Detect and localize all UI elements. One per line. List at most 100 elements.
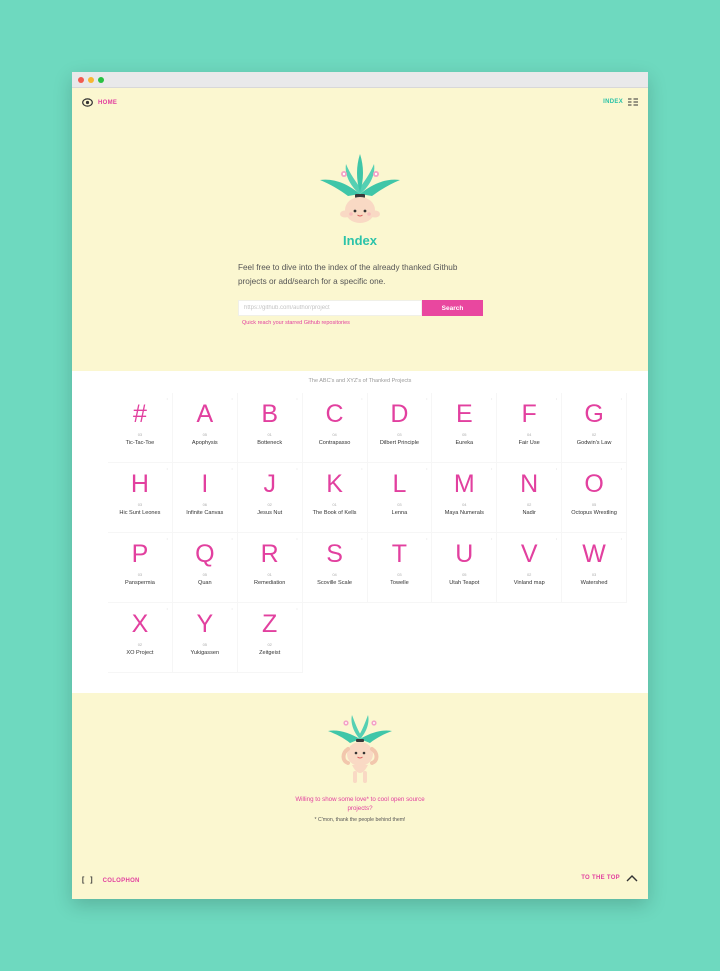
colophon-link[interactable]: [ ] COLOPHON — [82, 877, 140, 884]
letter-card[interactable]: • T 03 Towelle — [367, 533, 433, 603]
search-button[interactable]: Search — [422, 300, 483, 316]
letter-card-corner-mark: • — [491, 467, 493, 471]
search-form: Search — [238, 300, 483, 316]
project-name: Botteneck — [257, 440, 283, 446]
letter-card[interactable]: • E 05 Eureka — [432, 393, 498, 463]
brackets-icon: [ ] — [82, 877, 95, 884]
letter-card[interactable]: • J 02 Jesus Nut — [237, 463, 303, 533]
letter-card-corner-mark: • — [426, 537, 428, 541]
letter-count: 01 — [267, 432, 272, 437]
letter-count: 01 — [332, 502, 337, 507]
project-name: Dilbert Principle — [379, 440, 420, 446]
eye-icon — [82, 98, 93, 107]
letter-count: 05 — [591, 502, 597, 507]
letter-glyph: X — [131, 610, 149, 638]
footer-section: Willing to show some love* to cool open … — [72, 693, 648, 899]
letter-card[interactable]: • C 04 Contrapasso — [302, 393, 368, 463]
search-input[interactable] — [238, 300, 422, 316]
project-name: Towelle — [390, 580, 409, 586]
letter-count: 02 — [526, 572, 532, 577]
letter-card[interactable]: • F 04 Fair Use — [497, 393, 563, 463]
project-name: Lenna — [391, 510, 408, 516]
letter-card-corner-mark: • — [426, 467, 428, 471]
project-name: Octopus Wrestling — [571, 510, 617, 516]
project-name: Vinland map — [513, 580, 545, 586]
letter-card[interactable]: • X 02 XO Project — [108, 603, 173, 673]
letter-count: 02 — [267, 502, 272, 507]
letter-card[interactable]: • G 02 Godwin's Law — [562, 393, 627, 463]
letter-card-corner-mark: • — [231, 537, 233, 541]
to-top-link[interactable]: TO THE TOP — [581, 874, 638, 882]
letter-card[interactable]: • A 05 Apophysis — [172, 393, 238, 463]
letter-card[interactable]: • #03 Tic-Tac-Toe — [108, 393, 173, 463]
letter-card[interactable]: • Q 05 Quan — [172, 533, 238, 603]
letter-card-corner-mark: • — [620, 397, 622, 401]
maximize-window-button[interactable] — [98, 76, 104, 83]
letter-card[interactable]: • K 01 The Book of Kells — [302, 463, 368, 533]
minimize-window-button[interactable] — [88, 76, 94, 83]
letter-card[interactable]: • R 01 Remediation — [237, 533, 303, 603]
hero-section: HOME INDEX Index Feel free to dive into … — [72, 88, 648, 371]
letter-card-corner-mark: • — [426, 397, 428, 401]
home-link[interactable]: HOME — [82, 98, 117, 107]
project-name: Jesus Nut — [257, 510, 283, 516]
letter-count: 05 — [462, 572, 467, 577]
project-name: Yukigassen — [190, 650, 220, 656]
chevron-up-icon — [626, 875, 638, 882]
letter-card-corner-mark: • — [166, 467, 168, 471]
letter-card[interactable]: • M 04 Maya Numerals — [432, 463, 498, 533]
letter-card[interactable]: • Y 05 Yukigassen — [172, 603, 238, 673]
close-window-button[interactable] — [78, 76, 84, 83]
window-titlebar — [72, 72, 648, 88]
project-name: Tic-Tac-Toe — [125, 440, 155, 446]
letter-glyph: U — [455, 540, 474, 568]
letter-card[interactable]: • N 02 Nadir — [497, 463, 563, 533]
letter-glyph: Q — [195, 540, 215, 568]
letter-card[interactable]: • U 05 Utah Teapot — [432, 533, 498, 603]
letter-card[interactable]: • Z 02 Zeitgeist — [237, 603, 303, 673]
list-icon — [628, 98, 638, 106]
letter-glyph: Z — [262, 610, 278, 638]
letter-glyph: K — [326, 470, 343, 498]
index-label: INDEX — [603, 99, 623, 105]
browser-window: HOME INDEX Index Feel free to dive into … — [72, 72, 648, 899]
letter-card[interactable]: • O 05 Octopus Wrestling — [562, 463, 627, 533]
letter-count: 03 — [137, 572, 143, 577]
project-name: The Book of Kells — [312, 510, 357, 516]
letter-glyph: O — [584, 470, 604, 498]
starred-repos-link[interactable]: Quick reach your starred Github reposito… — [242, 320, 350, 326]
letter-count: 05 — [202, 432, 208, 437]
letter-card-corner-mark: • — [555, 537, 558, 541]
letter-card-corner-mark: • — [620, 467, 622, 471]
footer-cta: Willing to show some love* to cool open … — [295, 796, 425, 812]
letter-card-corner-mark: • — [620, 537, 622, 541]
letter-card[interactable]: • D 03 Dilbert Principle — [367, 393, 433, 463]
letter-card[interactable]: • P 03 Panspermia — [108, 533, 173, 603]
mandrake-illustration — [320, 154, 400, 223]
letter-card[interactable]: • W 03 Watershed — [562, 533, 627, 603]
letter-card[interactable]: • I 06 Infinite Canvas — [172, 463, 238, 533]
letter-glyph: V — [520, 540, 538, 568]
project-name: Scoville Scale — [317, 580, 352, 586]
letter-card[interactable]: • B 01 Botteneck — [237, 393, 303, 463]
letter-glyph: # — [132, 400, 147, 428]
letter-glyph: F — [521, 400, 537, 428]
letter-card[interactable]: • V 02 Vinland map — [497, 533, 563, 603]
letter-count: 05 — [462, 432, 467, 437]
letter-card[interactable]: • H 03 Hic Sunt Leones — [108, 463, 173, 533]
letter-card[interactable]: • L 03 Lenna — [367, 463, 433, 533]
index-link[interactable]: INDEX — [603, 98, 638, 106]
letter-card-corner-mark: • — [491, 537, 493, 541]
project-name: Panspermia — [125, 580, 155, 586]
letter-glyph: T — [391, 540, 408, 568]
letter-card[interactable]: • S 04 Scoville Scale — [302, 533, 368, 603]
letter-glyph: P — [131, 540, 149, 568]
hero-description: Feel free to dive into the index of the … — [238, 263, 458, 286]
footer-note: * C'mon, thank the people behind them! — [314, 817, 406, 823]
letter-count: 06 — [202, 502, 208, 507]
letter-glyph: C — [325, 400, 344, 428]
letter-card-corner-mark: • — [296, 397, 298, 401]
mandrake-illustration — [328, 715, 392, 783]
letter-card-corner-mark: • — [361, 467, 363, 471]
letter-card-corner-mark: • — [166, 397, 168, 401]
